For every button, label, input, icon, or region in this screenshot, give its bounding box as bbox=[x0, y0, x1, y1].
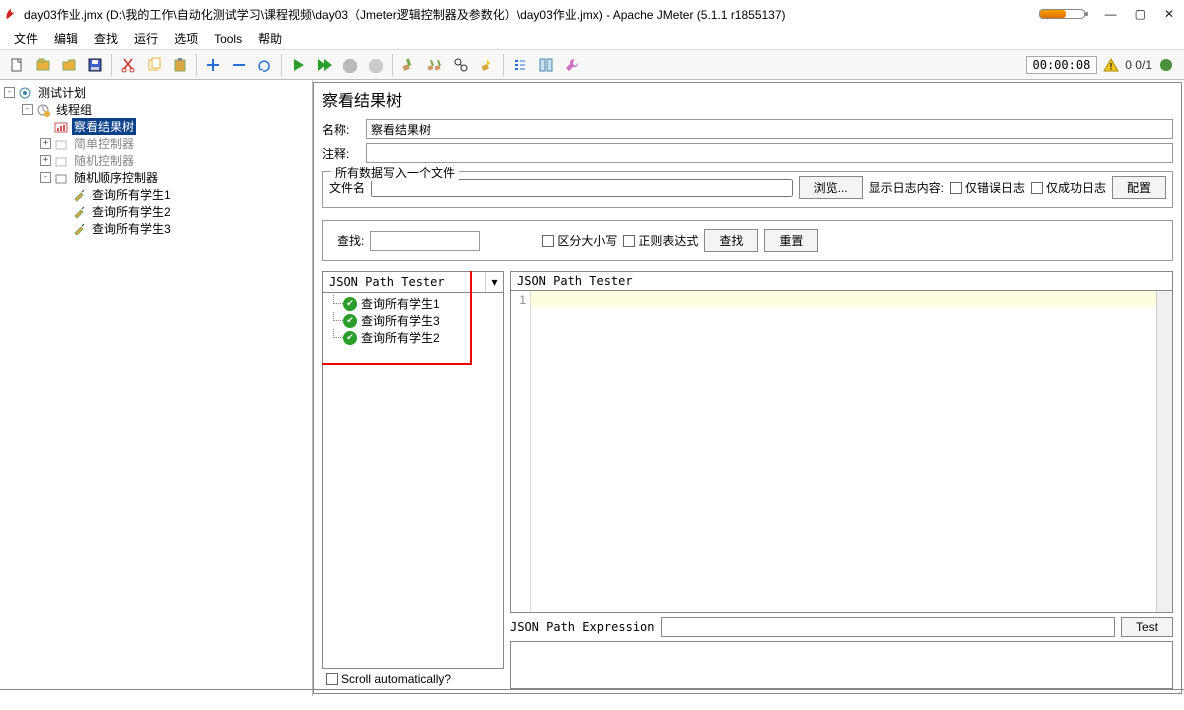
wrench-button[interactable] bbox=[560, 53, 584, 77]
result-item[interactable]: ✔查询所有学生2 bbox=[323, 329, 503, 346]
panel-title: 察看结果树 bbox=[314, 83, 1181, 117]
show-log-label: 显示日志内容: bbox=[869, 179, 944, 196]
search-button[interactable] bbox=[449, 53, 473, 77]
menu-run[interactable]: 运行 bbox=[126, 28, 166, 49]
filename-input[interactable] bbox=[371, 179, 793, 197]
expression-input[interactable] bbox=[661, 617, 1115, 637]
tree-sampler-2[interactable]: 查询所有学生2 bbox=[0, 203, 312, 220]
menu-file[interactable]: 文件 bbox=[6, 28, 46, 49]
name-input[interactable] bbox=[366, 119, 1173, 139]
expression-output bbox=[510, 641, 1173, 689]
shutdown-button[interactable] bbox=[364, 53, 388, 77]
success-icon: ✔ bbox=[343, 314, 357, 328]
warning-icon bbox=[1103, 57, 1119, 73]
open-button[interactable] bbox=[57, 53, 81, 77]
paste-button[interactable] bbox=[168, 53, 192, 77]
find-button[interactable]: 查找 bbox=[704, 229, 758, 252]
menu-bar: 文件 编辑 查找 运行 选项 Tools 帮助 bbox=[0, 28, 1184, 50]
response-code-area[interactable]: 1 bbox=[510, 290, 1173, 613]
toolbar: 00:00:08 0 0/1 bbox=[0, 50, 1184, 80]
renderer-select[interactable]: JSON Path Tester ▾ bbox=[322, 271, 504, 293]
search-label: 查找: bbox=[337, 232, 364, 249]
chevron-down-icon[interactable]: ▾ bbox=[485, 272, 503, 292]
only-success-checkbox[interactable]: 仅成功日志 bbox=[1031, 179, 1106, 196]
success-icon: ✔ bbox=[343, 331, 357, 345]
tree-simple-controller[interactable]: +简单控制器 bbox=[0, 135, 312, 152]
window-titlebar: day03作业.jmx (D:\我的工作\自动化测试学习\课程视频\day03（… bbox=[0, 0, 1184, 28]
menu-help[interactable]: 帮助 bbox=[250, 28, 290, 49]
expression-label: JSON Path Expression bbox=[510, 620, 655, 634]
tester-header: JSON Path Tester bbox=[510, 271, 1173, 291]
help-button[interactable] bbox=[534, 53, 558, 77]
only-errors-checkbox[interactable]: 仅错误日志 bbox=[950, 179, 1025, 196]
maximize-button[interactable]: ▢ bbox=[1135, 7, 1146, 21]
tree-test-plan[interactable]: -测试计划 bbox=[0, 84, 312, 101]
menu-search[interactable]: 查找 bbox=[86, 28, 126, 49]
expand-button[interactable] bbox=[201, 53, 225, 77]
results-tree[interactable]: ✔查询所有学生1 ✔查询所有学生3 ✔查询所有学生2 bbox=[322, 292, 504, 669]
configure-button[interactable]: 配置 bbox=[1112, 176, 1166, 199]
reset-search-button[interactable] bbox=[475, 53, 499, 77]
stop-button[interactable] bbox=[338, 53, 362, 77]
jmeter-icon bbox=[4, 7, 18, 21]
case-sensitive-checkbox[interactable]: 区分大小写 bbox=[542, 232, 617, 249]
result-item[interactable]: ✔查询所有学生1 bbox=[323, 295, 503, 312]
close-button[interactable]: ✕ bbox=[1164, 7, 1174, 21]
view-results-panel: 察看结果树 名称: 注释: 所有数据写入一个文件 文件名 浏览... 显示日志内… bbox=[313, 82, 1182, 694]
gutter-line: 1 bbox=[511, 293, 526, 307]
footer-rule bbox=[0, 689, 1184, 690]
comment-input[interactable] bbox=[366, 143, 1173, 163]
scrollbar[interactable] bbox=[1156, 291, 1172, 612]
collapse-button[interactable] bbox=[227, 53, 251, 77]
tree-random-controller[interactable]: +随机控制器 bbox=[0, 152, 312, 169]
start-button[interactable] bbox=[286, 53, 310, 77]
thread-status: 0 0/1 bbox=[1125, 58, 1152, 72]
tree-random-order-controller[interactable]: -随机顺序控制器 bbox=[0, 169, 312, 186]
scroll-auto-checkbox[interactable]: Scroll automatically? bbox=[326, 672, 451, 686]
copy-button[interactable] bbox=[142, 53, 166, 77]
minimize-button[interactable]: — bbox=[1105, 7, 1117, 21]
tree-sampler-1[interactable]: 查询所有学生1 bbox=[0, 186, 312, 203]
clear-all-button[interactable] bbox=[423, 53, 447, 77]
window-title: day03作业.jmx (D:\我的工作\自动化测试学习\课程视频\day03（… bbox=[24, 6, 1039, 23]
clear-button[interactable] bbox=[397, 53, 421, 77]
success-icon: ✔ bbox=[343, 297, 357, 311]
tree-thread-group[interactable]: -线程组 bbox=[0, 101, 312, 118]
search-group: 查找: 区分大小写 正则表达式 查找 重置 bbox=[322, 220, 1173, 261]
comment-label: 注释: bbox=[322, 145, 362, 162]
elapsed-timer: 00:00:08 bbox=[1026, 56, 1098, 74]
menu-edit[interactable]: 编辑 bbox=[46, 28, 86, 49]
reset-button[interactable]: 重置 bbox=[764, 229, 818, 252]
save-button[interactable] bbox=[83, 53, 107, 77]
test-plan-tree[interactable]: -测试计划 -线程组 察看结果树 +简单控制器 +随机控制器 -随机顺序控制器 … bbox=[0, 80, 313, 696]
threads-icon bbox=[1158, 57, 1174, 73]
tree-sampler-3[interactable]: 查询所有学生3 bbox=[0, 220, 312, 237]
menu-tools[interactable]: Tools bbox=[206, 30, 250, 48]
file-output-legend: 所有数据写入一个文件 bbox=[331, 164, 459, 181]
filename-label: 文件名 bbox=[329, 179, 365, 196]
name-label: 名称: bbox=[322, 121, 362, 138]
new-button[interactable] bbox=[5, 53, 29, 77]
function-helper-button[interactable] bbox=[508, 53, 532, 77]
search-input[interactable] bbox=[370, 231, 480, 251]
cut-button[interactable] bbox=[116, 53, 140, 77]
toggle-button[interactable] bbox=[253, 53, 277, 77]
templates-button[interactable] bbox=[31, 53, 55, 77]
regex-checkbox[interactable]: 正则表达式 bbox=[623, 232, 698, 249]
file-output-group: 所有数据写入一个文件 文件名 浏览... 显示日志内容: 仅错误日志 仅成功日志… bbox=[322, 171, 1173, 208]
battery-icon bbox=[1039, 9, 1085, 19]
test-button[interactable]: Test bbox=[1121, 617, 1173, 637]
start-no-pause-button[interactable] bbox=[312, 53, 336, 77]
result-item[interactable]: ✔查询所有学生3 bbox=[323, 312, 503, 329]
menu-options[interactable]: 选项 bbox=[166, 28, 206, 49]
browse-button[interactable]: 浏览... bbox=[799, 176, 863, 199]
tree-view-results[interactable]: 察看结果树 bbox=[0, 118, 312, 135]
